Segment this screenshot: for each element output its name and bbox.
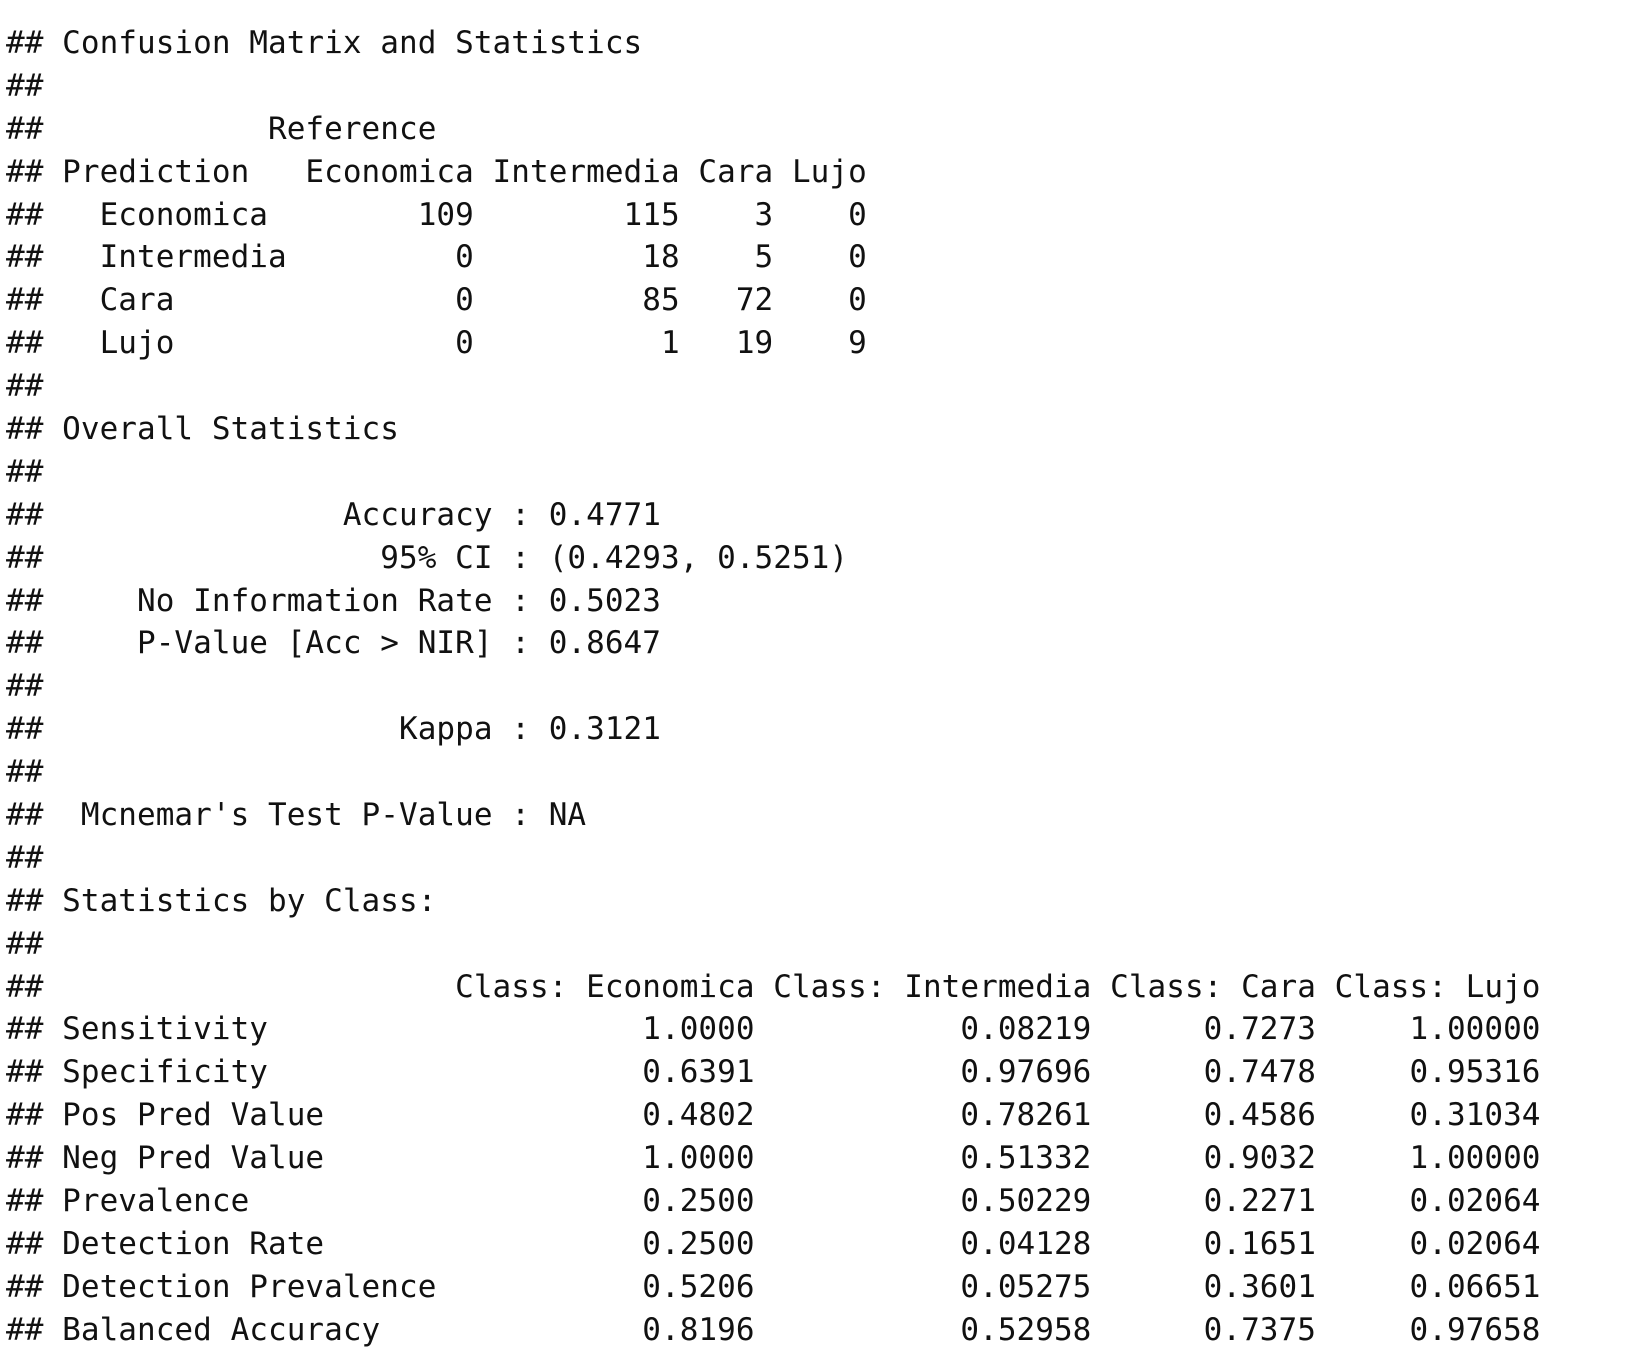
output-line-blank: ## <box>6 839 44 876</box>
output-line-blank: ## <box>6 368 44 405</box>
output-line-blank: ## <box>6 754 44 791</box>
class-stats-row-detection-prevalence: ## Detection Prevalence 0.5206 0.05275 0… <box>6 1268 1541 1305</box>
output-line-blank: ## <box>6 925 44 962</box>
class-stats-row-sensitivity: ## Sensitivity 1.0000 0.08219 0.7273 1.0… <box>6 1011 1541 1048</box>
class-stats-row-prevalence: ## Prevalence 0.2500 0.50229 0.2271 0.02… <box>6 1183 1541 1220</box>
confusion-matrix-column-header: ## Prediction Economica Intermedia Cara … <box>6 153 867 190</box>
output-line-blank: ## <box>6 453 44 490</box>
stat-p-value: ## P-Value [Acc > NIR] : 0.8647 <box>6 625 661 662</box>
console-output: ## Confusion Matrix and Statistics ## ## R… <box>6 22 1541 1352</box>
confusion-matrix-row-lujo: ## Lujo 0 1 19 9 <box>6 325 867 362</box>
stat-confidence-interval: ## 95% CI : (0.4293, 0.5251) <box>6 539 849 576</box>
output-line-blank: ## <box>6 67 44 104</box>
class-stats-row-neg-pred-value: ## Neg Pred Value 1.0000 0.51332 0.9032 … <box>6 1140 1541 1177</box>
stat-mcnemar-p-value: ## Mcnemar's Test P-Value : NA <box>6 797 587 834</box>
output-line-blank: ## <box>6 668 44 705</box>
stat-accuracy: ## Accuracy : 0.4771 <box>6 496 661 533</box>
stat-no-information-rate: ## No Information Rate : 0.5023 <box>6 582 661 619</box>
class-stats-row-detection-rate: ## Detection Rate 0.2500 0.04128 0.1651 … <box>6 1225 1541 1262</box>
statistics-by-class-heading: ## Statistics by Class: <box>6 882 437 919</box>
stat-kappa: ## Kappa : 0.3121 <box>6 711 661 748</box>
output-line-title: ## Confusion Matrix and Statistics <box>6 25 643 61</box>
confusion-matrix-reference-header: ## Reference <box>6 110 437 147</box>
confusion-matrix-row-intermedia: ## Intermedia 0 18 5 0 <box>6 239 867 276</box>
class-stats-row-pos-pred-value: ## Pos Pred Value 0.4802 0.78261 0.4586 … <box>6 1097 1541 1134</box>
class-stats-row-specificity: ## Specificity 0.6391 0.97696 0.7478 0.9… <box>6 1054 1541 1091</box>
confusion-matrix-row-cara: ## Cara 0 85 72 0 <box>6 282 867 319</box>
class-stats-row-balanced-accuracy: ## Balanced Accuracy 0.8196 0.52958 0.73… <box>6 1311 1541 1348</box>
class-stats-column-header: ## Class: Economica Class: Intermedia Cl… <box>6 968 1541 1005</box>
overall-statistics-heading: ## Overall Statistics <box>6 411 399 448</box>
confusion-matrix-row-economica: ## Economica 109 115 3 0 <box>6 196 867 233</box>
